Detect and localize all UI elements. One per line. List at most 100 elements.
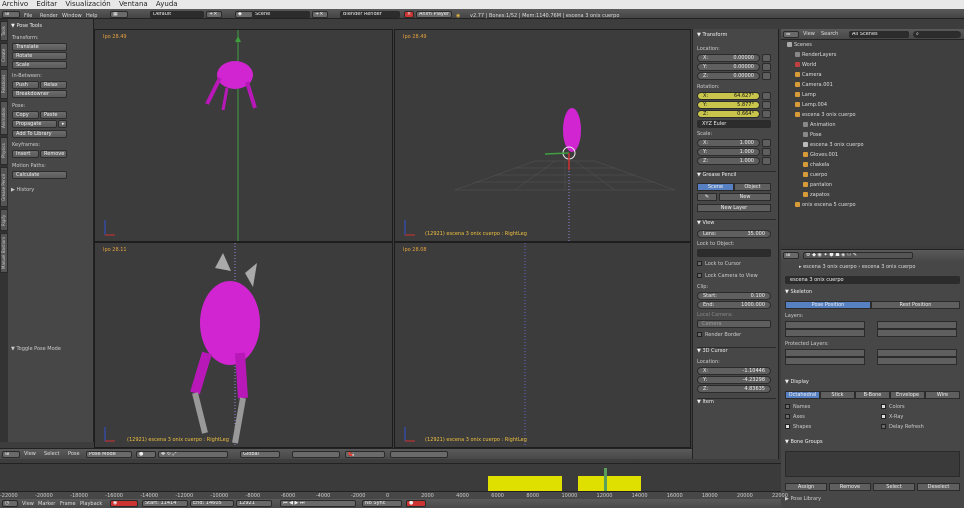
tab-animation[interactable]: Animation	[0, 101, 8, 135]
menu-select[interactable]: Select	[44, 451, 59, 457]
lock-icon[interactable]	[762, 63, 771, 71]
names-checkbox[interactable]: Names	[785, 404, 810, 410]
lock-icon[interactable]	[762, 110, 771, 118]
cursor-x-field[interactable]: X: -1.10446	[697, 367, 771, 375]
add-to-library-button[interactable]: Add To Library	[12, 130, 67, 138]
toggle-pose-mode-header[interactable]: ▼ Toggle Pose Mode	[11, 346, 61, 352]
timeline-editor-icon[interactable]: ◷	[2, 500, 18, 507]
copy-button[interactable]: Copy	[12, 111, 39, 119]
viewport-top-right[interactable]: Ipo 28.49 (12921) escena 3 onix cuerpo :…	[394, 29, 691, 242]
history-header[interactable]: ▶ History	[11, 187, 34, 193]
remove-button[interactable]: Remove	[829, 483, 871, 491]
deselect-button[interactable]: Deselect	[917, 483, 960, 491]
scene-add-remove[interactable]: +×	[312, 10, 328, 18]
viewport-editor-icon[interactable]: ⊞	[2, 450, 20, 458]
scale-z-field[interactable]: Z: 1.000	[697, 157, 760, 165]
display-stick[interactable]: Stick	[820, 391, 855, 399]
timeline-menu-view[interactable]: View	[22, 501, 34, 507]
view-header[interactable]: ▼ View	[697, 219, 776, 226]
timeline-menu-frame[interactable]: Frame	[60, 501, 76, 507]
outliner-item[interactable]: World	[795, 62, 816, 68]
lock-icon[interactable]	[762, 92, 771, 100]
lock-icon[interactable]	[762, 72, 771, 80]
lens-field[interactable]: Lens: 35.000	[697, 230, 771, 238]
push-button[interactable]: Push	[12, 81, 39, 89]
display-octahedral[interactable]: Octahedral	[785, 391, 820, 399]
outliner-item[interactable]: Pose	[803, 132, 822, 138]
location-x-field[interactable]: X: 0.00000	[697, 54, 760, 62]
properties-editor-icon[interactable]: ⊞	[783, 251, 799, 259]
lock-to-cursor-checkbox[interactable]: Lock to Cursor	[697, 261, 741, 267]
transform-header[interactable]: ▼ Transform	[697, 32, 727, 38]
lock-icon[interactable]	[762, 139, 771, 147]
start-frame-field[interactable]: Start: 11414	[142, 500, 188, 507]
outliner-menu-view[interactable]: View	[803, 31, 815, 37]
orientation-select[interactable]: Global	[240, 450, 280, 458]
grease-pencil-header[interactable]: ▼ Grease Pencil	[697, 171, 776, 178]
insert-keyframe-button[interactable]: Insert	[12, 150, 39, 158]
xray-checkbox[interactable]: X-Ray	[881, 414, 903, 420]
layers-grid-3[interactable]	[785, 329, 865, 337]
render-engine-select[interactable]: Blender Render	[340, 10, 400, 18]
end-frame-field[interactable]: End: 14605	[190, 500, 234, 507]
layers-grid-1[interactable]	[785, 321, 865, 329]
protected-layers-grid-3[interactable]	[785, 357, 865, 365]
rotation-z-field[interactable]: Z: 0.664°	[697, 110, 760, 118]
menu-editar[interactable]: Editar	[36, 0, 57, 8]
paste-button[interactable]: Paste	[40, 111, 67, 119]
rest-position-toggle[interactable]: Rest Position	[871, 301, 960, 309]
menu-ayuda[interactable]: Ayuda	[156, 0, 178, 8]
lock-object-field[interactable]	[697, 249, 771, 257]
viewport-bottom-left[interactable]: Ipo 28.11 (12921) escena 3 onix cuerpo :…	[94, 242, 393, 448]
context-tabs[interactable]: ⚙ ◆ ◉ ✦ ⬢ ☗ ◈ ⚇ ✎	[803, 251, 913, 259]
outliner-item[interactable]: Lamp.004	[795, 102, 827, 108]
outliner-item[interactable]: Gloves.001	[803, 152, 838, 158]
rotate-button[interactable]: Rotate	[12, 52, 67, 60]
outliner-item[interactable]: Camera.001	[795, 82, 833, 88]
snap-buttons[interactable]: 🧲	[345, 450, 385, 458]
lock-icon[interactable]	[762, 54, 771, 62]
menu-archivo[interactable]: Archivo	[2, 0, 28, 8]
new-layer-button[interactable]: New Layer	[697, 204, 771, 212]
current-frame-field[interactable]: 12921	[236, 500, 272, 507]
tab-manuel-bastioni[interactable]: Manuel Bastioni	[0, 233, 8, 273]
tab-rigify[interactable]: Rigify	[0, 209, 8, 231]
protected-layers-grid-4[interactable]	[877, 357, 957, 365]
tab-physics[interactable]: Physics	[0, 137, 8, 165]
menu-view[interactable]: View	[24, 451, 36, 457]
rotation-y-field[interactable]: Y: 5.877°	[697, 101, 760, 109]
delay-refresh-checkbox[interactable]: Delay Refresh	[881, 424, 924, 430]
shapes-checkbox[interactable]: Shapes	[785, 424, 811, 430]
cursor-z-field[interactable]: Z: 4.83635	[697, 385, 771, 393]
shading-select[interactable]: ●	[136, 450, 156, 458]
outliner-item[interactable]: cuerpo	[803, 172, 827, 178]
scale-x-field[interactable]: X: 1.000	[697, 139, 760, 147]
display-envelope[interactable]: Envelope	[890, 391, 925, 399]
playback-controls[interactable]: ⏮ ◀ ▶ ⏭	[280, 500, 356, 507]
record-buttons[interactable]: ◉	[110, 500, 138, 507]
lock-icon[interactable]	[762, 148, 771, 156]
lock-camera-checkbox[interactable]: Lock Camera to View	[697, 273, 758, 279]
assign-button[interactable]: Assign	[785, 483, 827, 491]
propagate-options-icon[interactable]: ▸	[58, 120, 67, 128]
scene-field[interactable]: Scene	[252, 10, 310, 18]
timeline-menu-playback[interactable]: Playback	[80, 501, 102, 507]
outliner-item[interactable]: Scenes	[787, 42, 812, 48]
layers-grid-4[interactable]	[877, 329, 957, 337]
item-header[interactable]: ▼ Item	[697, 398, 776, 405]
local-camera-field[interactable]: Camera	[697, 320, 771, 328]
clip-end-field[interactable]: End: 1000.000	[697, 301, 771, 309]
clip-start-field[interactable]: Start: 0.100	[697, 292, 771, 300]
outliner-item[interactable]: Camera	[795, 72, 822, 78]
location-z-field[interactable]: Z: 0.00000	[697, 72, 760, 80]
rotation-mode-select[interactable]: XYZ Euler	[697, 120, 771, 128]
tab-relations[interactable]: Relations	[0, 69, 8, 99]
outliner-item[interactable]: Animation	[803, 122, 836, 128]
outliner-search-input[interactable]: ⌕	[913, 30, 961, 38]
outliner-item[interactable]: chakela	[803, 162, 829, 168]
playhead[interactable]	[604, 468, 607, 492]
pose-library-header[interactable]: ▶ Pose Library	[785, 496, 821, 502]
layers-grid-2[interactable]	[877, 321, 957, 329]
outliner-item[interactable]: zapatos	[803, 192, 830, 198]
display-wire[interactable]: Wire	[925, 391, 960, 399]
